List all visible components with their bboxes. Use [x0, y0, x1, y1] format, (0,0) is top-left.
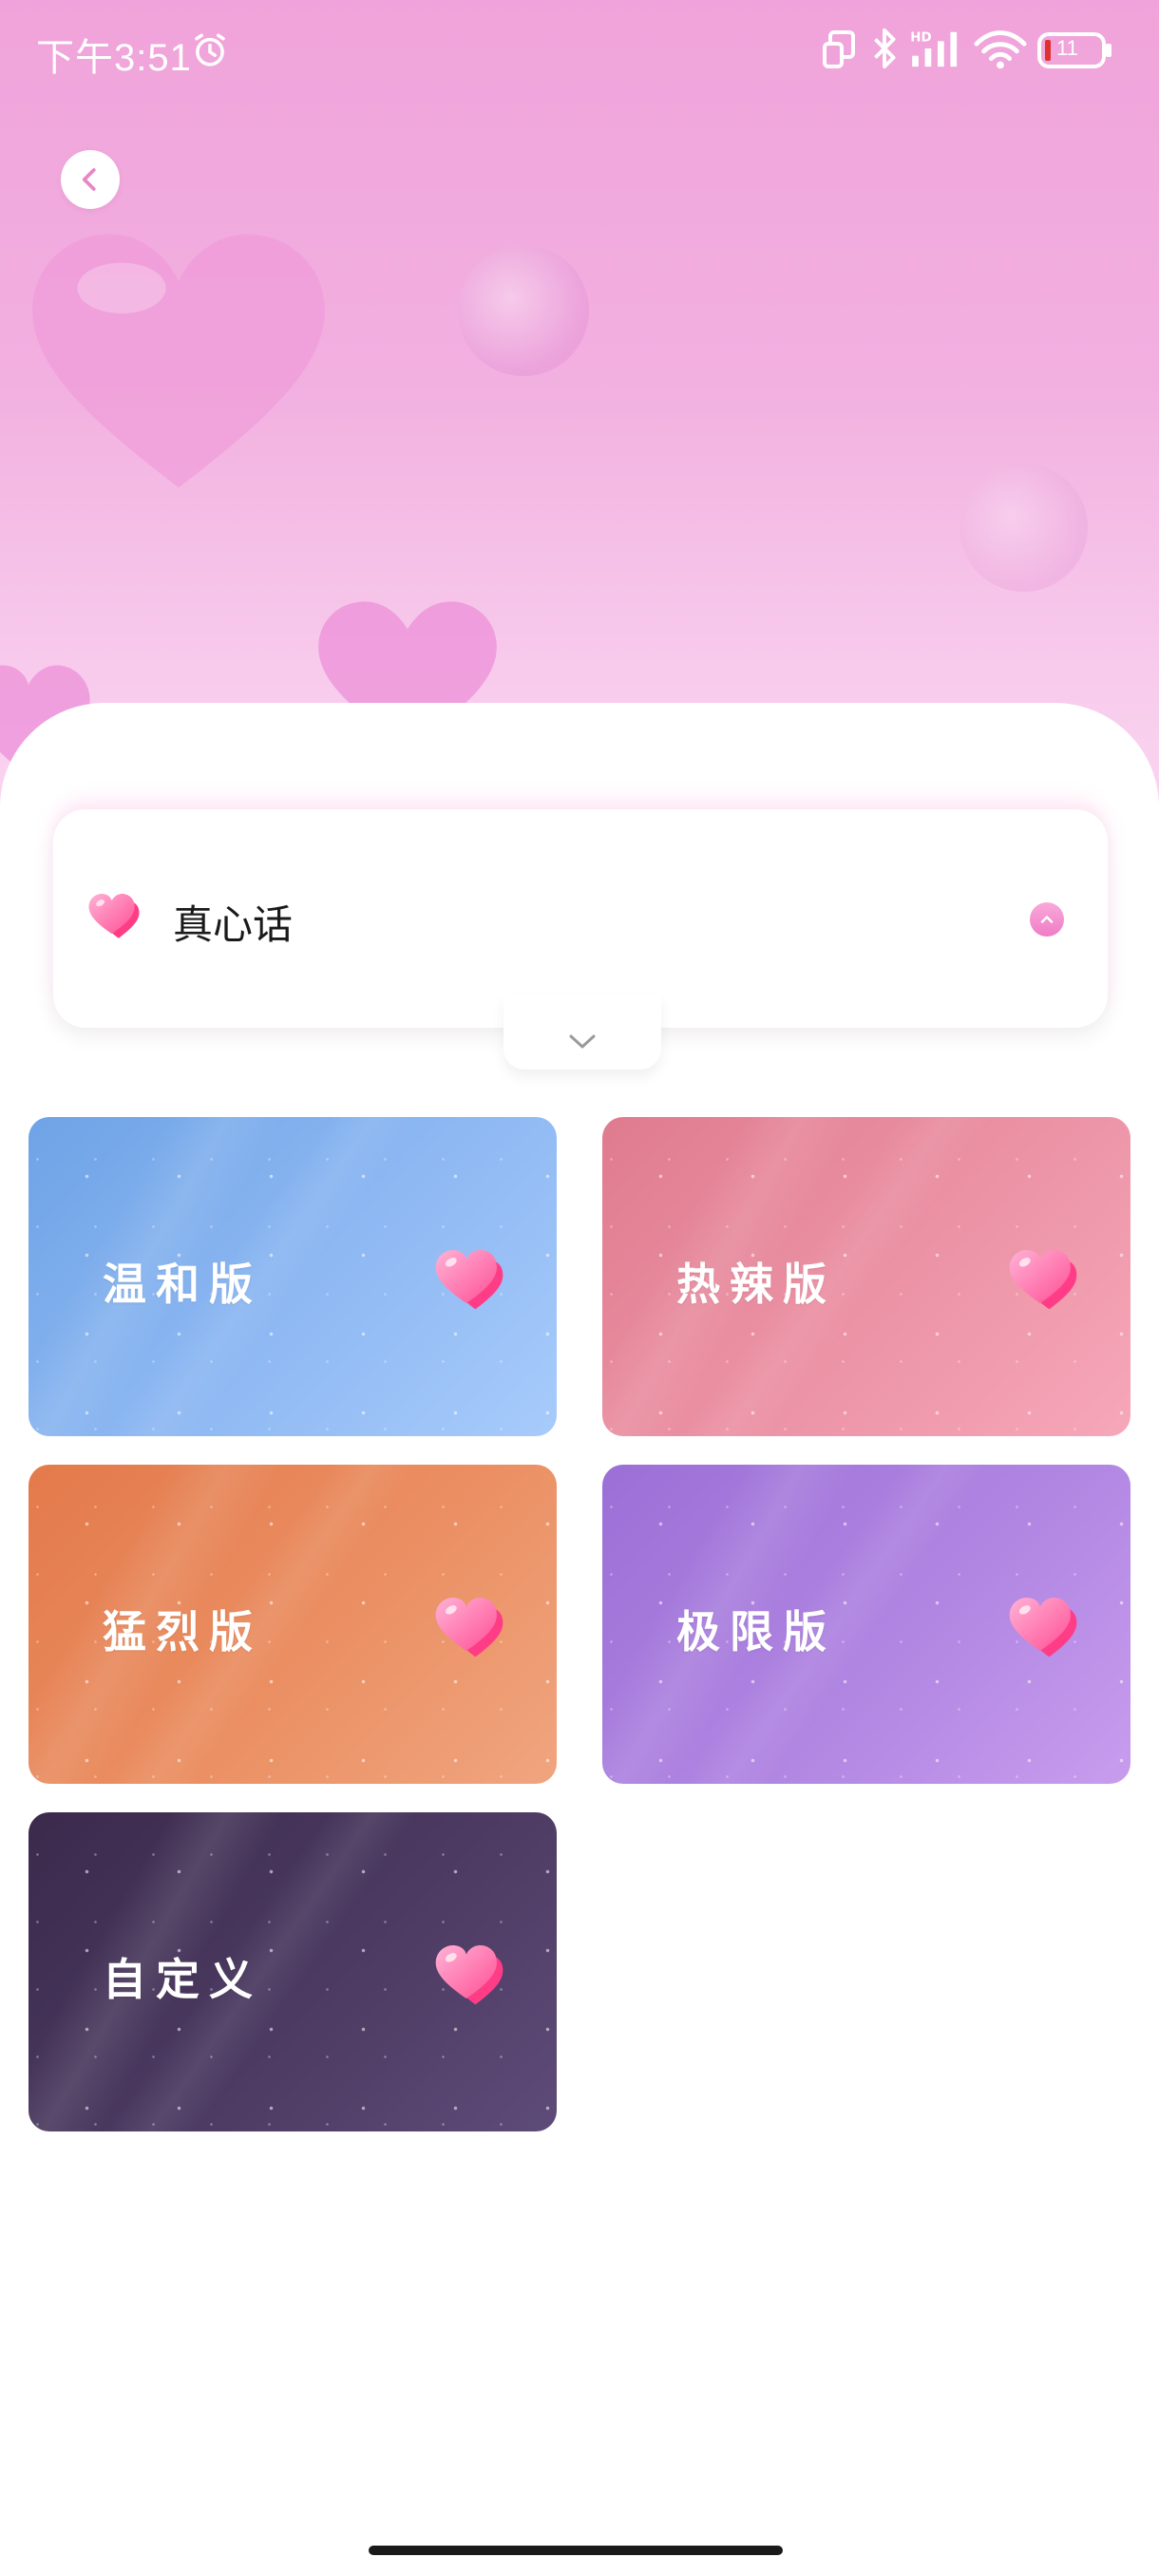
- topic-label: 真心话: [173, 901, 294, 948]
- chevron-down-icon: [569, 1034, 596, 1049]
- expand-topic-list-button[interactable]: [504, 994, 661, 1070]
- mode-card-label: 极限版: [676, 1606, 836, 1657]
- wifi-icon: [974, 30, 1027, 69]
- bluetooth-icon: [874, 28, 896, 69]
- topic-collapse-button[interactable]: [1030, 902, 1064, 937]
- mode-card-fierce[interactable]: 猛烈版: [28, 1465, 557, 1784]
- heart-icon: [1009, 1249, 1077, 1310]
- mode-card-label: 自定义: [103, 1954, 262, 2005]
- decorative-heart-large: [32, 234, 325, 488]
- mode-card-label: 猛烈版: [103, 1606, 262, 1657]
- mode-card-custom[interactable]: 自定义: [28, 1812, 557, 2131]
- alarm-icon: [195, 33, 225, 66]
- chevron-left-icon: [82, 168, 96, 191]
- home-indicator[interactable]: [369, 2546, 783, 2555]
- mode-card-spicy[interactable]: 热辣版: [602, 1117, 1130, 1436]
- hd-signal-icon: HD: [910, 30, 958, 67]
- mode-card-extreme[interactable]: 极限版: [602, 1465, 1130, 1784]
- mode-card-label: 热辣版: [676, 1259, 836, 1310]
- heart-icon: [435, 1249, 504, 1310]
- chevron-up-icon: [1040, 916, 1054, 923]
- status-bar: 下午3:51 HD 11: [0, 0, 1159, 101]
- heart-icon: [435, 1597, 504, 1657]
- mode-card-label: 温和版: [103, 1259, 262, 1310]
- heart-icon: [88, 893, 140, 938]
- battery-level: 11: [1056, 36, 1078, 60]
- decorative-bubble: [960, 464, 1088, 592]
- heart-icon: [1009, 1597, 1077, 1657]
- decorative-bubble: [458, 245, 589, 376]
- back-button[interactable]: [61, 150, 120, 209]
- screen-rotate-icon: [823, 30, 855, 68]
- status-time: 下午3:51: [36, 37, 192, 79]
- heart-icon: [435, 1944, 504, 2005]
- svg-text:HD: HD: [910, 30, 931, 45]
- mode-card-mild[interactable]: 温和版: [28, 1117, 557, 1436]
